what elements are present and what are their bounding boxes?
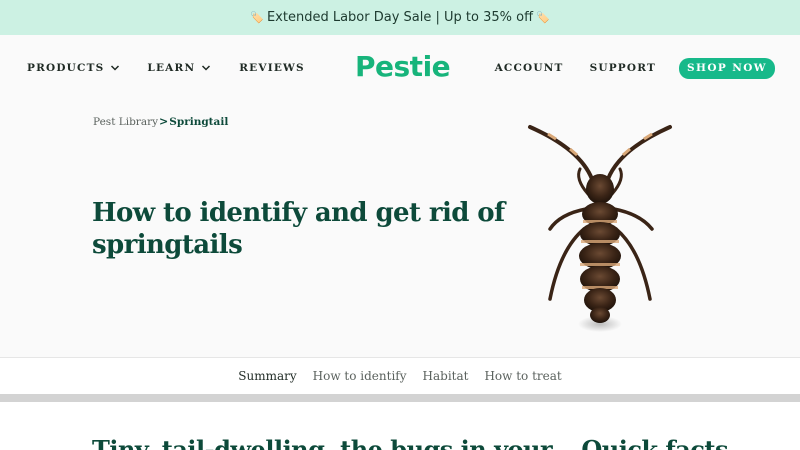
primary-nav: PRODUCTS LEARN REVIEWS [27, 35, 305, 101]
breadcrumb-current: Springtail [169, 115, 229, 128]
nav-learn-label: LEARN [147, 62, 196, 74]
breadcrumb-separator: > [159, 115, 169, 128]
tab-habitat[interactable]: Habitat [423, 369, 469, 383]
nav-reviews-label: REVIEWS [239, 62, 305, 74]
chevron-down-icon [202, 65, 211, 71]
nav-support[interactable]: SUPPORT [590, 62, 656, 74]
section-tabs: Summary How to identify Habitat How to t… [0, 357, 800, 394]
promo-banner[interactable]: 🏷️ Extended Labor Day Sale | Up to 35% o… [0, 0, 800, 35]
tag-icon: 🏷️ [536, 11, 550, 24]
tab-how-to-identify[interactable]: How to identify [313, 369, 407, 383]
hero-section: Pest Library > Springtail How to identif… [0, 101, 800, 357]
tab-summary[interactable]: Summary [238, 369, 296, 383]
tab-how-to-treat[interactable]: How to treat [484, 369, 561, 383]
secondary-nav: ACCOUNT SUPPORT SHOP NOW [495, 35, 775, 101]
tag-icon: 🏷️ [250, 11, 264, 24]
pestie-logo[interactable]: Pestie [355, 50, 451, 83]
breadcrumb: Pest Library > Springtail [93, 115, 228, 128]
section-divider [0, 394, 800, 402]
next-section-heading: Tiny, tail-dwelling, the bugs in your...… [92, 436, 792, 450]
promo-text: Extended Labor Day Sale | Up to 35% off [266, 10, 534, 25]
site-header: PRODUCTS LEARN REVIEWS Pestie ACCOUNT SU… [0, 35, 800, 101]
nav-account[interactable]: ACCOUNT [495, 62, 564, 74]
nav-learn[interactable]: LEARN [147, 62, 211, 74]
nav-products[interactable]: PRODUCTS [27, 62, 120, 74]
chevron-down-icon [111, 65, 120, 71]
springtail-illustration [528, 125, 672, 332]
breadcrumb-pest-library[interactable]: Pest Library [93, 116, 158, 128]
nav-reviews[interactable]: REVIEWS [239, 62, 305, 74]
nav-products-label: PRODUCTS [27, 62, 105, 74]
page-title: How to identify and get rid of springtai… [92, 198, 505, 260]
next-section-heading-text: Tiny, tail-dwelling, the bugs in your...… [92, 436, 792, 450]
shop-now-button[interactable]: SHOP NOW [679, 57, 775, 79]
